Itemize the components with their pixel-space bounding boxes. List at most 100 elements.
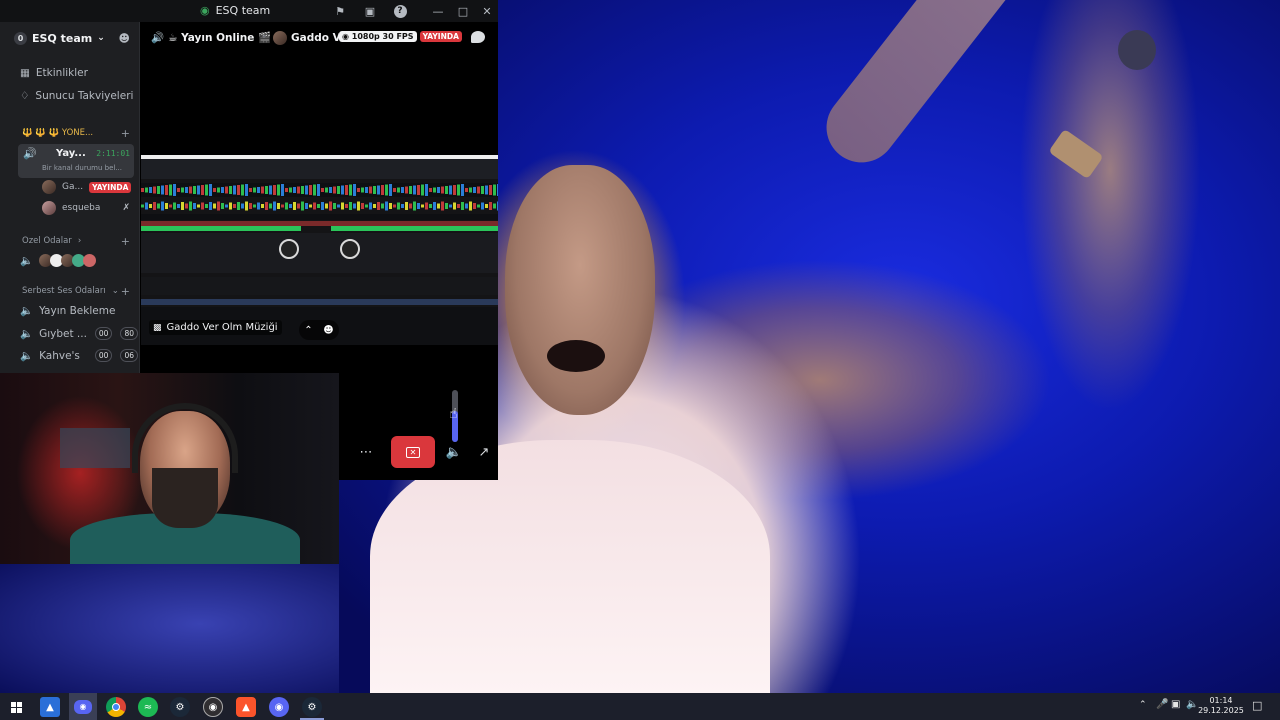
waveform-bar [357, 201, 360, 211]
streamer-info[interactable]: Gaddo Ve [273, 31, 339, 45]
popout-icon[interactable]: ↗ [473, 436, 495, 468]
spotify-icon[interactable]: ≈ [138, 697, 158, 717]
windows-start-icon[interactable] [6, 697, 26, 717]
waveform-bar [365, 204, 368, 208]
stream-header: 🔊 ☕ Yayın Online 🎬 · Gaddo Ve ◉ 1080p 30… [141, 22, 498, 54]
deck-b-jog [340, 239, 360, 259]
maximize-icon[interactable]: □ [455, 3, 471, 19]
category-free-voice[interactable]: Serbest Ses Odaları ⌄ + [22, 286, 140, 296]
user-count-pill: 00 [94, 327, 113, 340]
category-admin-label: 🔱 🔱 🔱 YÖNE... [22, 128, 94, 138]
waveform-bar [325, 203, 328, 209]
waveform-bar [481, 202, 484, 210]
voice-member-gaddo[interactable]: Ga... YAYINDA [42, 180, 138, 194]
participants-icon[interactable]: ☻ [323, 325, 333, 336]
boosts-link[interactable]: ♢ Sunucu Takviyeleri [20, 90, 138, 102]
add-channel-icon[interactable]: + [121, 286, 130, 296]
explorer-icon[interactable]: ▲ [40, 697, 60, 717]
waveform-bar [333, 203, 336, 209]
waveform-bar [281, 184, 284, 196]
events-link[interactable]: ▦ Etkinlikler [20, 67, 138, 79]
add-channel-icon[interactable]: + [121, 236, 130, 246]
server-name: ESQ team [32, 31, 93, 45]
chat-icon[interactable] [471, 31, 485, 43]
waveform-bar [441, 201, 444, 211]
singer-mouth [547, 340, 605, 372]
mic-muted-icon: ✗ [122, 203, 130, 213]
waveform-bar [461, 202, 464, 210]
waveform-bar [329, 201, 332, 211]
live-badge: YAYINDA [419, 31, 462, 42]
speaker-icon[interactable]: 🔈 [1186, 699, 1198, 710]
waveform-bar [141, 204, 144, 208]
stop-watching-button[interactable]: ✕ [391, 436, 435, 468]
waveform-bar [417, 185, 420, 195]
add-member-icon[interactable]: ☻ [119, 32, 130, 45]
chevron-up-icon[interactable]: ⌃ [304, 325, 312, 336]
waveform-bar [365, 187, 368, 193]
waveform-bar [257, 187, 260, 193]
discord-ptb-icon[interactable]: ◉ [269, 697, 289, 717]
close-icon[interactable]: ✕ [479, 3, 495, 19]
more-options-icon[interactable]: ⋯ [353, 436, 379, 468]
waveform-bar [285, 188, 288, 192]
waveform-bar [237, 202, 240, 210]
category-admin[interactable]: 🔱 🔱 🔱 YÖNE... + [22, 128, 140, 138]
waveform-bar [157, 186, 160, 194]
voice-channel-kahves[interactable]: 🔈 Kahve's 00 06 [20, 349, 138, 362]
obs-icon[interactable]: ◉ [203, 697, 223, 717]
private-room-avatars[interactable]: 🔈 [20, 254, 138, 267]
deck-a-jog [279, 239, 299, 259]
speaker-icon: 🔊 [151, 32, 165, 44]
add-channel-icon[interactable]: + [121, 128, 130, 138]
waveform-bar [309, 204, 312, 208]
waveform-bar [153, 202, 156, 210]
waveform-bar [465, 203, 468, 209]
flag-icon[interactable]: ⚑ [332, 3, 348, 19]
screen-icon[interactable]: ▣ [362, 3, 378, 19]
system-clock[interactable]: 01:14 29.12.2025 [1198, 696, 1244, 716]
waveform-bar [401, 187, 404, 193]
waveform-bar [321, 202, 324, 210]
quality-badge: ◉ 1080p 30 FPS [339, 31, 417, 42]
waveform-bar [469, 201, 472, 211]
voice-channel-giybet[interactable]: 🔈 Gıybet ... 00 80 [20, 327, 138, 340]
voice-member-esqueba[interactable]: esqueba ✗ [42, 201, 138, 215]
help-icon[interactable]: ? [392, 3, 408, 19]
chevron-down-icon: ⌄ [111, 286, 119, 296]
category-private[interactable]: Özel Odalar › + [22, 236, 140, 246]
active-voice-channel[interactable]: 🔊 Yay... 2:11:01 Bir kanal durumu bel... [18, 144, 134, 178]
minimize-icon[interactable]: — [430, 3, 446, 19]
waveform-bar [349, 202, 352, 210]
microphone-icon[interactable]: 🎤 [1156, 699, 1168, 710]
screen-share-icon: ▩ [153, 322, 162, 333]
waveform-bar [149, 204, 152, 208]
speaker-icon: 🔈 [20, 350, 34, 362]
steam-icon[interactable]: ⚙ [170, 697, 190, 717]
waveform-bar [389, 184, 392, 196]
waveform-bar [337, 186, 340, 194]
server-count-badge: 0 [14, 31, 27, 45]
clock-time: 01:14 [1209, 696, 1233, 705]
waveform-bar [145, 202, 148, 210]
waveform-bar [205, 184, 208, 196]
waveform-bar [325, 187, 328, 193]
headphones [132, 403, 238, 473]
waveform-bar [453, 185, 456, 195]
steam-alt-icon[interactable]: ⚙ [302, 697, 322, 717]
chrome-icon[interactable] [106, 697, 126, 717]
waveform-bar [145, 187, 148, 193]
voice-channel-yayin-bekleme[interactable]: 🔈 Yayın Bekleme [20, 304, 138, 318]
brave-icon[interactable]: ▲ [236, 697, 256, 717]
stream-channel-name: ☕ Yayın Online 🎬 [168, 32, 272, 44]
network-icon[interactable]: ▣ [1171, 699, 1180, 710]
waveform-bar [361, 203, 364, 209]
chevron-up-icon[interactable]: ⌃ [1139, 700, 1147, 710]
discord-icon[interactable]: ◉ [69, 693, 97, 720]
server-header[interactable]: 0 ESQ team ⌄ ☻ [14, 28, 138, 48]
waveform-bar [213, 188, 216, 192]
notifications-icon[interactable]: □ [1252, 699, 1262, 712]
waveform-bar [301, 186, 304, 194]
waveform-bar [273, 201, 276, 211]
volume-icon[interactable]: 🔈 [443, 436, 465, 468]
